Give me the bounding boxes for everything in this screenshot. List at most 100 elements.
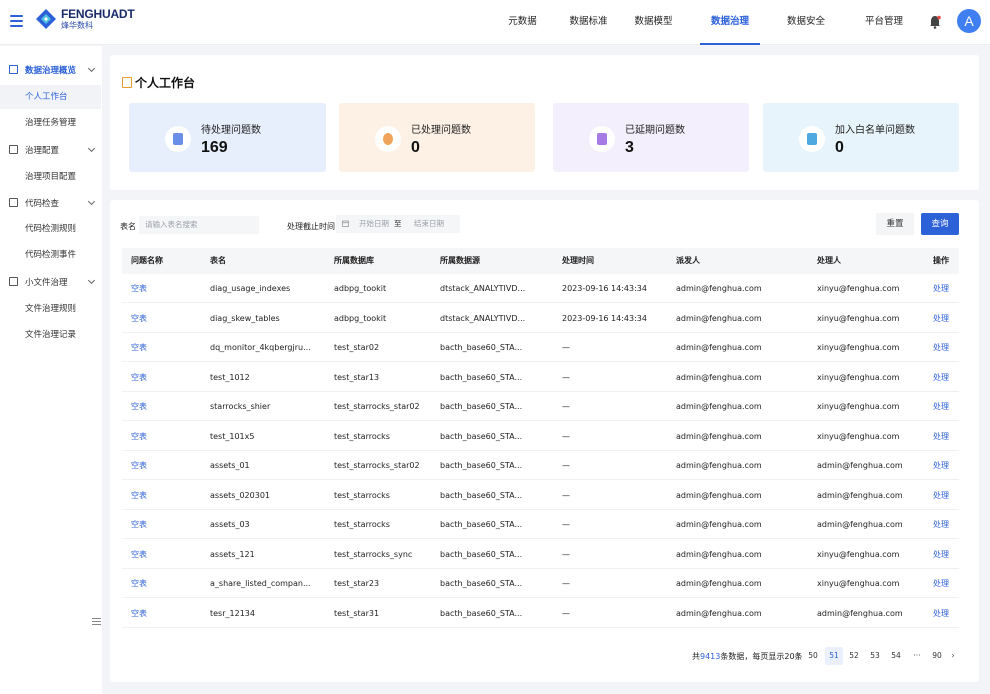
sidebar: 数据治理概览 个人工作台 治理任务管理 治理配置 治理项目配置 代码检查 代码检… [0, 46, 102, 694]
nav-item-data-standard[interactable]: 数据标准 [550, 0, 627, 45]
cell-problem-name[interactable]: 空表 [131, 481, 201, 510]
chevron-down-icon [87, 276, 96, 285]
column-header-problem-name: 问题名称 [131, 256, 163, 265]
table-header: 问题名称 表名 所属数据库 所属数据源 处理时间 派发人 处理人 操作 [122, 248, 959, 274]
sidebar-item-file-governance-records[interactable]: 文件治理记录 [0, 323, 101, 347]
stat-label: 已延期问题数 [625, 125, 685, 136]
cell-problem-name[interactable]: 空表 [131, 510, 201, 539]
nav-item-data-security[interactable]: 数据安全 [776, 0, 836, 45]
cell-datasource: dtstack_ANALYTIVD... [440, 313, 526, 323]
nav-item-platform-management[interactable]: 平台管理 [854, 0, 914, 45]
collapse-sidebar-icon[interactable] [92, 618, 101, 626]
cell-process-time: — [562, 461, 570, 470]
page-button-current[interactable]: 51 [825, 647, 843, 665]
cell-database: test_starrocks_star02 [334, 461, 420, 470]
logo[interactable]: FENGHUADT 烽华数科 [34, 7, 135, 31]
stat-card-delayed[interactable]: 已延期问题数 3 [553, 103, 749, 172]
table-row: 空表 assets_03 test_starrocks bacth_base60_ST… [122, 510, 959, 539]
cell-table-name: assets_020301 [210, 490, 271, 500]
column-header-dispatcher: 派发人 [676, 256, 700, 265]
page-button[interactable]: 50 [804, 647, 822, 665]
process-action-link[interactable]: 处理 [933, 451, 959, 480]
nav-item-data-model[interactable]: 数据模型 [627, 0, 680, 45]
stat-value: 169 [201, 139, 228, 156]
process-action-link[interactable]: 处理 [933, 510, 959, 539]
cell-problem-name[interactable]: 空表 [131, 599, 201, 628]
process-action-link[interactable]: 处理 [933, 363, 959, 392]
sidebar-group-code-check[interactable]: 代码检查 [0, 193, 102, 213]
cell-handler: xinyu@fenghua.com [817, 549, 900, 559]
table-name-search-input[interactable]: 请输入表名搜索 [139, 216, 259, 234]
table-row: 空表 assets_020301 test_starrocks bacth_base6… [122, 481, 959, 510]
process-action-link[interactable]: 处理 [933, 333, 959, 362]
stat-value: 0 [411, 139, 420, 156]
cell-dispatcher: admin@fenghua.com [676, 520, 762, 529]
sidebar-group-governance-config[interactable]: 治理配置 [0, 140, 102, 160]
avatar[interactable]: A [957, 9, 981, 33]
query-button[interactable]: 查询 [921, 213, 959, 235]
deadline-date-range-picker[interactable]: 开始日期 至 结束日期 [336, 215, 460, 233]
cell-problem-name[interactable]: 空表 [131, 274, 201, 303]
process-action-link[interactable]: 处理 [933, 274, 959, 303]
sidebar-item-governance-task-management[interactable]: 治理任务管理 [0, 111, 101, 135]
processed-chat-icon [375, 126, 401, 152]
stat-card-processed[interactable]: 已处理问题数 0 [339, 103, 535, 172]
cell-handler: admin@fenghua.com [817, 520, 903, 529]
cell-table-name: a_share_listed_compan... [210, 579, 311, 588]
sidebar-item-file-governance-rules[interactable]: 文件治理规则 [0, 297, 101, 321]
process-action-link[interactable]: 处理 [933, 392, 959, 421]
chevron-down-icon [87, 64, 96, 73]
cell-database: adbpg_tookit [334, 284, 387, 293]
cell-database: test_star02 [334, 343, 380, 352]
cell-dispatcher: admin@fenghua.com [676, 490, 762, 500]
page-button[interactable]: 54 [887, 647, 905, 665]
cell-database: test_starrocks [334, 431, 390, 441]
cell-problem-name[interactable]: 空表 [131, 304, 201, 333]
process-action-link[interactable]: 处理 [933, 540, 959, 569]
pagination-prefix: 共 [692, 652, 700, 661]
next-page-icon[interactable]: › [944, 647, 962, 665]
process-action-link[interactable]: 处理 [933, 422, 959, 451]
top-bar: FENGHUADT 烽华数科 元数据 数据标准 数据模型 数据治理 数据安全 平… [0, 0, 990, 45]
cell-table-name: tesr_12134 [210, 608, 255, 618]
cell-table-name: dq_monitor_4kqbergjru... [210, 343, 311, 352]
sidebar-group-label: 治理配置 [25, 146, 60, 156]
process-action-link[interactable]: 处理 [933, 481, 959, 510]
process-action-link[interactable]: 处理 [933, 599, 959, 628]
sidebar-item-personal-workbench[interactable]: 个人工作台 [0, 85, 101, 109]
menu-icon[interactable] [10, 15, 23, 27]
page-button[interactable]: 53 [866, 647, 884, 665]
pending-doc-icon [165, 126, 191, 152]
cell-problem-name[interactable]: 空表 [131, 451, 201, 480]
sidebar-item-code-check-events[interactable]: 代码检测事件 [0, 243, 101, 267]
cell-problem-name[interactable]: 空表 [131, 540, 201, 569]
cell-problem-name[interactable]: 空表 [131, 392, 201, 421]
nav-item-metadata[interactable]: 元数据 [495, 0, 550, 45]
process-action-link[interactable]: 处理 [933, 304, 959, 333]
page-button[interactable]: 52 [845, 647, 863, 665]
bell-icon[interactable] [929, 15, 941, 29]
sidebar-group-small-file-governance[interactable]: 小文件治理 [0, 272, 102, 292]
cell-datasource: bacth_base60_STA... [440, 461, 523, 470]
cell-table-name: test_101x5 [210, 431, 255, 441]
cell-problem-name[interactable]: 空表 [131, 422, 201, 451]
cell-problem-name[interactable]: 空表 [131, 569, 201, 598]
nav-item-data-governance[interactable]: 数据治理 [700, 0, 760, 45]
cell-dispatcher: admin@fenghua.com [676, 431, 762, 441]
cell-process-time: 2023-09-16 14:43:34 [562, 313, 647, 323]
page-ellipsis[interactable]: ··· [908, 647, 926, 665]
cell-database: test_starrocks_star02 [334, 402, 420, 411]
stat-card-pending[interactable]: 待处理问题数 169 [129, 103, 326, 172]
table-name-label: 表名 [120, 222, 136, 231]
sidebar-item-governance-project-config[interactable]: 治理项目配置 [0, 165, 101, 189]
cell-handler: xinyu@fenghua.com [817, 579, 900, 588]
stat-card-whitelist[interactable]: 加入白名单问题数 0 [763, 103, 959, 172]
sidebar-group-governance-overview[interactable]: 数据治理概览 [0, 60, 102, 80]
reset-button[interactable]: 重置 [876, 213, 914, 235]
sidebar-item-code-check-rules[interactable]: 代码检测规则 [0, 217, 101, 241]
process-action-link[interactable]: 处理 [933, 569, 959, 598]
table-row: 空表 test_1012 test_star13 bacth_base60_STA..… [122, 363, 959, 392]
cell-problem-name[interactable]: 空表 [131, 333, 201, 362]
config-icon [9, 145, 18, 154]
cell-problem-name[interactable]: 空表 [131, 363, 201, 392]
